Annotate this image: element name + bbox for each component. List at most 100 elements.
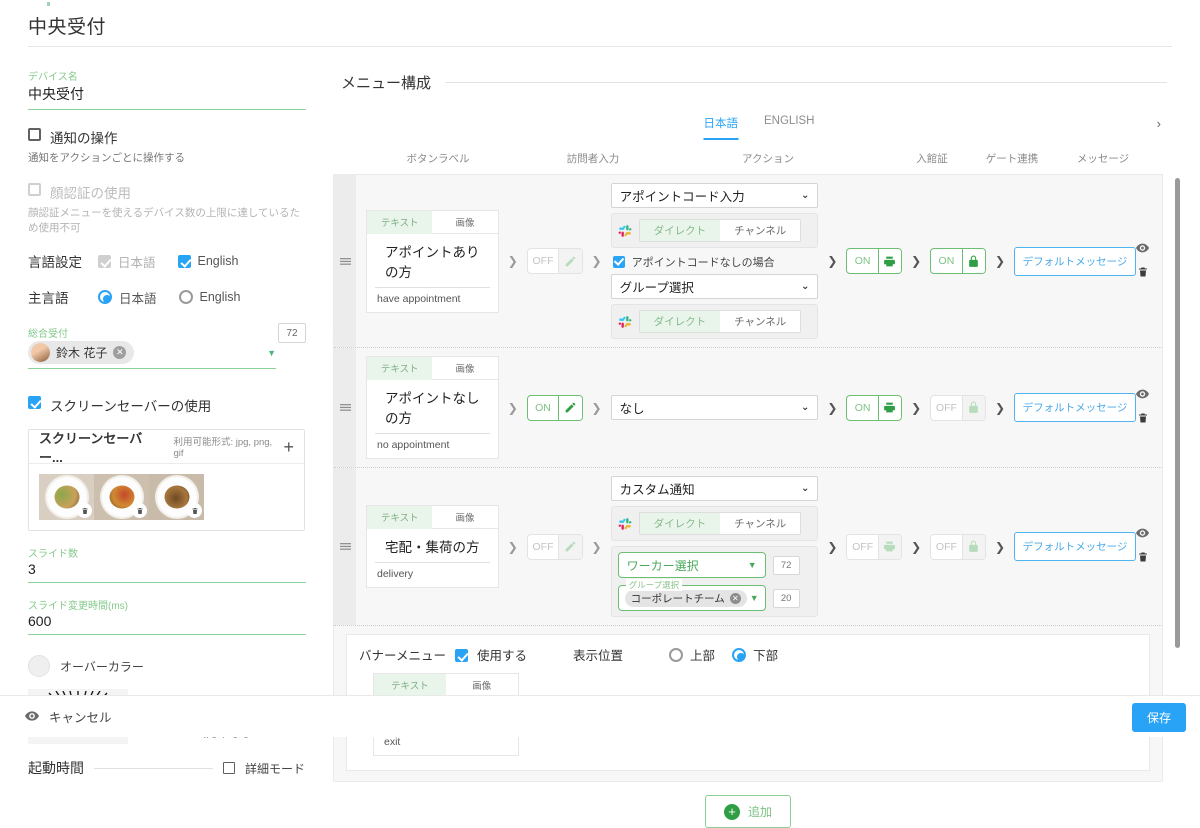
segment-channel[interactable]: チャンネル [720,513,800,534]
primary-language-en[interactable]: English [179,290,241,304]
button-label-en[interactable]: delivery [367,563,498,587]
delete-icon[interactable] [77,503,92,518]
screensaver-thumb[interactable] [94,474,149,520]
segment-channel[interactable]: チャンネル [720,220,800,241]
drag-handle[interactable] [334,468,356,625]
message-button[interactable]: デフォルトメッセージ [1014,532,1136,561]
device-name-input[interactable]: 中央受付 [28,84,306,110]
pencil-icon[interactable] [558,249,581,273]
label-tab-image[interactable]: 画像 [432,506,497,529]
preview-icon[interactable] [1136,387,1149,402]
notify-control-checkbox[interactable] [28,128,41,141]
no-code-case-row[interactable]: アポイントコードなしの場合 [613,254,819,270]
action-select-1[interactable]: アポイントコード入力 ⌄ [611,183,819,208]
drag-handle[interactable] [334,348,356,467]
expand-icon[interactable]: › [1157,116,1161,131]
language-en-checkbox[interactable] [178,255,191,268]
screensaver-checkbox[interactable] [28,396,41,409]
button-label-en[interactable]: no appointment [367,434,498,458]
notify-type-segment-2[interactable]: ダイレクト チャンネル [639,310,802,333]
label-tab-text[interactable]: テキスト [374,674,446,697]
delete-icon[interactable] [187,503,202,518]
message-button[interactable]: デフォルトメッセージ [1014,247,1136,276]
worker-select[interactable]: ワーカー選択 ▼ [618,552,766,578]
button-label-ja[interactable]: アポイントありの方 [375,234,490,288]
badge-toggle[interactable]: ON [846,395,902,421]
add-image-icon[interactable]: + [283,438,294,456]
button-label-en[interactable]: have appointment [367,288,498,312]
segment-direct[interactable]: ダイレクト [640,311,721,332]
group-chip[interactable]: コーポレートチーム ✕ [625,590,747,607]
label-tab-text[interactable]: テキスト [367,357,432,380]
device-name-field[interactable]: デバイス名 中央受付 [28,68,305,110]
over-color-swatch[interactable] [28,655,50,677]
cancel-button[interactable]: キャンセル [25,707,112,726]
banner-position-top[interactable]: 上部 [669,645,715,664]
slide-count-input[interactable]: 3 [28,561,306,583]
primary-language-ja[interactable]: 日本語 [98,288,157,307]
tab-japanese[interactable]: 日本語 [704,115,739,140]
group-select[interactable]: グループ選択 コーポレートチーム ✕ ▼ [618,585,766,611]
tab-english[interactable]: ENGLISH [764,115,815,140]
action-select-2[interactable]: グループ選択 ⌄ [611,274,819,299]
pencil-icon[interactable] [558,396,581,420]
banner-position-top-radio[interactable] [669,648,683,662]
segment-channel[interactable]: チャンネル [720,311,800,332]
banner-position-bottom-radio[interactable] [732,648,746,662]
visitor-input-toggle[interactable]: OFF [527,534,583,560]
gate-toggle[interactable]: ON [930,248,986,274]
lock-icon[interactable] [962,535,985,559]
gate-toggle[interactable]: OFF [930,534,986,560]
vertical-scrollbar[interactable] [1175,178,1180,648]
printer-icon[interactable] [878,396,901,420]
drag-handle[interactable] [334,175,356,347]
slide-interval-input[interactable]: 600 [28,613,306,635]
remove-icon[interactable]: ✕ [113,346,126,359]
button-label-ja[interactable]: 宅配・集荷の方 [375,529,490,563]
notify-type-segment-1[interactable]: ダイレクト チャンネル [639,512,802,535]
screensaver-thumb[interactable] [39,474,94,520]
notify-control-row[interactable]: 通知の操作 [28,127,305,147]
button-label-ja[interactable]: アポイントなしの方 [375,380,490,434]
delete-row-icon[interactable] [1137,411,1149,428]
preview-icon[interactable] [1136,526,1149,541]
printer-icon[interactable] [878,535,901,559]
preview-icon[interactable] [1136,241,1149,256]
primary-language-en-radio[interactable] [179,290,193,304]
add-button[interactable]: + 追加 [705,795,791,828]
lock-icon[interactable] [962,396,985,420]
lock-icon[interactable] [962,249,985,273]
label-tab-image[interactable]: 画像 [432,357,497,380]
label-tab-text[interactable]: テキスト [367,211,432,234]
delete-icon[interactable] [132,503,147,518]
printer-icon[interactable] [878,249,901,273]
banner-position-bottom[interactable]: 下部 [732,645,778,664]
pencil-icon[interactable] [558,535,581,559]
screensaver-thumb[interactable] [149,474,204,520]
detail-mode-checkbox[interactable] [223,762,235,774]
reception-select[interactable]: 鈴木 花子 ✕ ▼ [28,341,276,369]
label-tab-image[interactable]: 画像 [446,674,518,697]
label-tab-text[interactable]: テキスト [367,506,432,529]
remove-icon[interactable]: ✕ [730,593,741,604]
slide-interval-field[interactable]: スライド変更時間(ms) 600 [28,597,305,635]
over-color-row[interactable]: オーバーカラー [28,655,305,677]
message-button[interactable]: デフォルトメッセージ [1014,393,1136,422]
visitor-input-toggle[interactable]: ON [527,395,583,421]
label-tab-image[interactable]: 画像 [432,211,497,234]
badge-toggle[interactable]: OFF [846,534,902,560]
action-select-1[interactable]: なし ⌄ [611,395,819,420]
save-button[interactable]: 保存 [1132,703,1186,732]
badge-toggle[interactable]: ON [846,248,902,274]
language-option-en[interactable]: English [178,254,239,268]
segment-direct[interactable]: ダイレクト [640,220,721,241]
delete-row-icon[interactable] [1137,265,1149,282]
primary-language-ja-radio[interactable] [98,290,112,304]
action-select-1[interactable]: カスタム通知 ⌄ [611,476,819,501]
segment-direct[interactable]: ダイレクト [640,513,721,534]
screensaver-row[interactable]: スクリーンセーバーの使用 [28,395,305,415]
reception-chip[interactable]: 鈴木 花子 ✕ [28,341,134,364]
gate-toggle[interactable]: OFF [930,395,986,421]
delete-row-icon[interactable] [1137,550,1149,567]
no-code-case-checkbox[interactable] [613,256,625,268]
